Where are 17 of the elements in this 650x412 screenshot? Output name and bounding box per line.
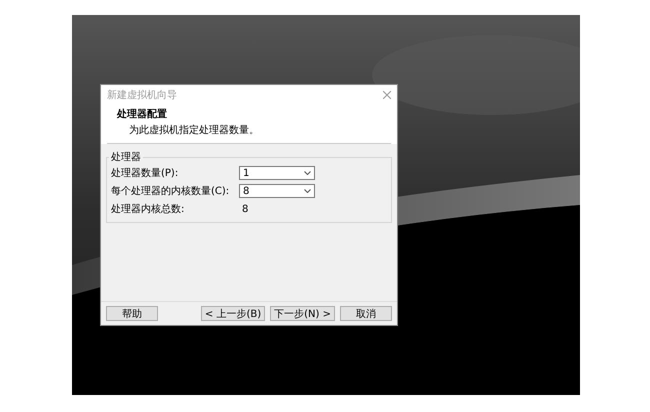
wizard-button[interactable]: 下一步(N) > xyxy=(270,306,335,321)
close-icon[interactable] xyxy=(383,91,391,99)
dropdown[interactable]: 8 xyxy=(239,184,315,198)
wizard-button[interactable]: 取消 xyxy=(340,306,392,321)
page-description: 为此虚拟机指定处理器数量。 xyxy=(128,124,260,137)
field-label: 每个处理器的内核数量(C): xyxy=(111,184,230,198)
page-heading: 处理器配置 xyxy=(117,108,168,121)
window-title: 新建虚拟机向导 xyxy=(107,88,177,102)
field-value: 8 xyxy=(241,204,250,214)
wizard-button[interactable]: 帮助 xyxy=(106,306,158,321)
field-label: 处理器内核总数: xyxy=(111,202,186,216)
dropdown[interactable]: 1 xyxy=(239,166,315,180)
field-label: 处理器数量(P): xyxy=(111,166,180,180)
caret-icon xyxy=(304,171,311,175)
group-label: 处理器 xyxy=(110,150,142,164)
caret-icon xyxy=(304,189,311,193)
wizard-button[interactable]: < 上一步(B) xyxy=(200,306,266,321)
